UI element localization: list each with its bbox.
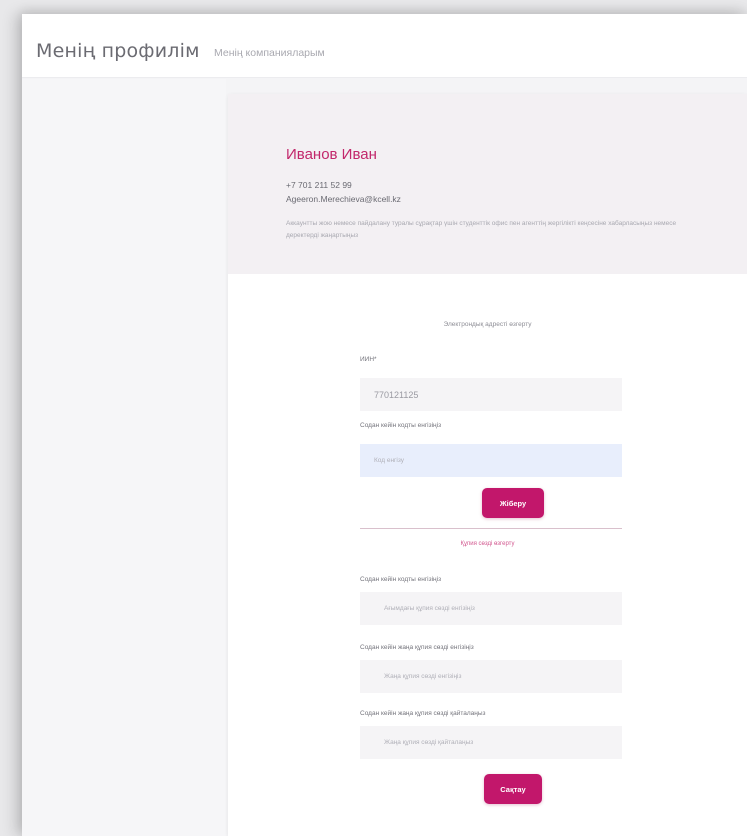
iin-input[interactable]: 770121125 xyxy=(360,378,622,411)
profile-note: Аккаунтты жою немесе пайдалану туралы сұ… xyxy=(286,220,677,239)
sidebar xyxy=(22,79,226,836)
current-password-input[interactable]: Ағымдағы құпия сөзді енгізіңіз xyxy=(360,592,622,625)
top-header: Менің профилім Менің компанияларым xyxy=(22,14,747,78)
divider xyxy=(360,528,622,529)
code-input[interactable]: Код енгізу xyxy=(360,444,622,477)
repeat-password-input[interactable]: Жаңа құпия сөзді қайталаңыз xyxy=(360,726,622,759)
save-button[interactable]: Сақтау xyxy=(484,774,542,804)
new-password-input[interactable]: Жаңа құпия сөзді енгізіңіз xyxy=(360,660,622,693)
profile-summary: Иванов Иван +7 701 211 52 99 Ageeron.Mer… xyxy=(228,94,747,274)
iin-label: ИИН* xyxy=(360,356,377,363)
new-password-label: Содан кейін жаңа құпия сөзді енгізіңіз xyxy=(360,644,474,651)
section-title: Электрондық адресті өзгерту xyxy=(443,321,532,328)
profile-card: Иванов Иван +7 701 211 52 99 Ageeron.Mer… xyxy=(228,94,747,836)
change-password-link[interactable]: Құпия сөзді өзгерту xyxy=(228,541,747,547)
app-window: Менің профилім Менің компанияларым Ивано… xyxy=(22,14,747,836)
user-name: Иванов Иван xyxy=(286,146,377,163)
send-button[interactable]: Жіберу xyxy=(482,488,544,518)
page-title: Менің профилім xyxy=(36,40,200,62)
tab-my-companies[interactable]: Менің компанияларым xyxy=(214,47,325,59)
user-phone: +7 701 211 52 99 xyxy=(286,180,352,190)
code-label: Содан кейін кодты енгізіңіз xyxy=(360,422,442,429)
user-email: Ageeron.Merechieva@kcell.kz xyxy=(286,194,401,204)
repeat-password-label: Содан кейін жаңа құпия сөзді қайталаңыз xyxy=(360,710,486,717)
settings-form: Электрондық адресті өзгерту ИИН* 7701211… xyxy=(228,274,747,836)
current-password-label: Содан кейін кодты енгізіңіз xyxy=(360,576,442,583)
